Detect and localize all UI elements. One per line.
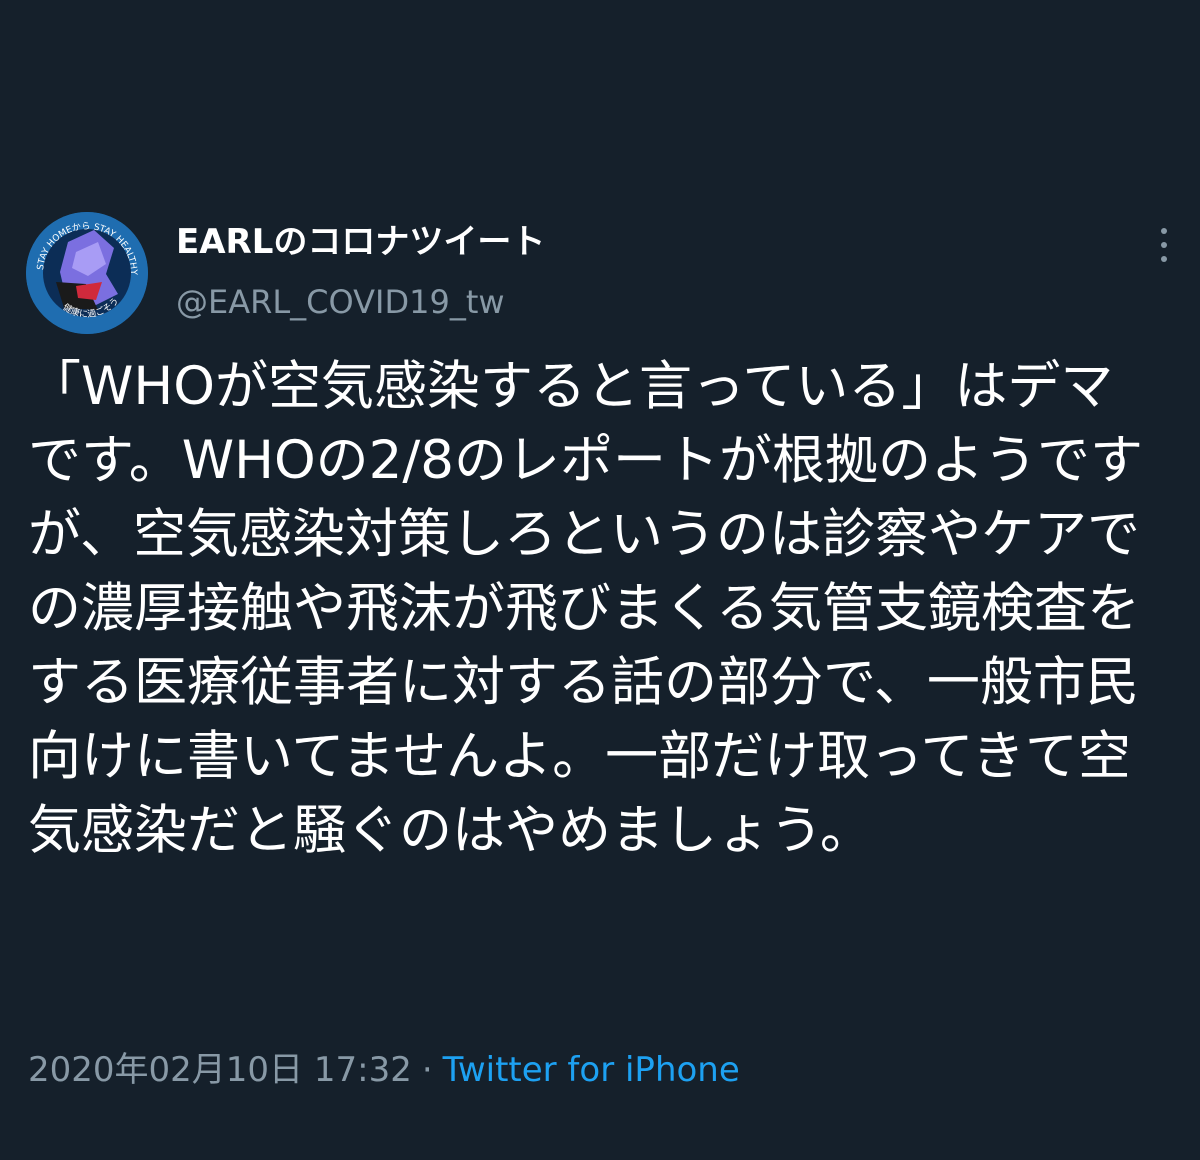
user-handle[interactable]: @EARL_COVID19_tw (176, 284, 545, 320)
avatar[interactable]: STAY HOMEから STAY HEALTHYへ 健康に過ごそう (26, 212, 148, 334)
meta-separator: · (421, 1050, 433, 1090)
tweet-meta: 2020年02月10日 17:32 · Twitter for iPhone (28, 1048, 740, 1092)
more-vertical-icon[interactable] (1154, 228, 1174, 262)
tweet-text: 「WHOが空気感染すると言っている」はデマです。WHOの2/8のレポートが根拠の… (28, 356, 1143, 861)
tweet-timestamp[interactable]: 2020年02月10日 17:32 (28, 1050, 412, 1090)
tweet-source-link[interactable]: Twitter for iPhone (443, 1050, 740, 1090)
display-name[interactable]: EARLのコロナツイート (176, 222, 545, 262)
more-dot (1161, 256, 1167, 262)
more-dot (1161, 228, 1167, 234)
avatar-image: STAY HOMEから STAY HEALTHYへ 健康に過ごそう (26, 212, 148, 334)
tweet-detail-screen: STAY HOMEから STAY HEALTHYへ 健康に過ごそう EARLのコ… (0, 0, 1200, 1160)
more-dot (1161, 242, 1167, 248)
author-names: EARLのコロナツイート @EARL_COVID19_tw (176, 222, 545, 320)
tweet-header: STAY HOMEから STAY HEALTHYへ 健康に過ごそう EARLのコ… (26, 212, 1174, 334)
